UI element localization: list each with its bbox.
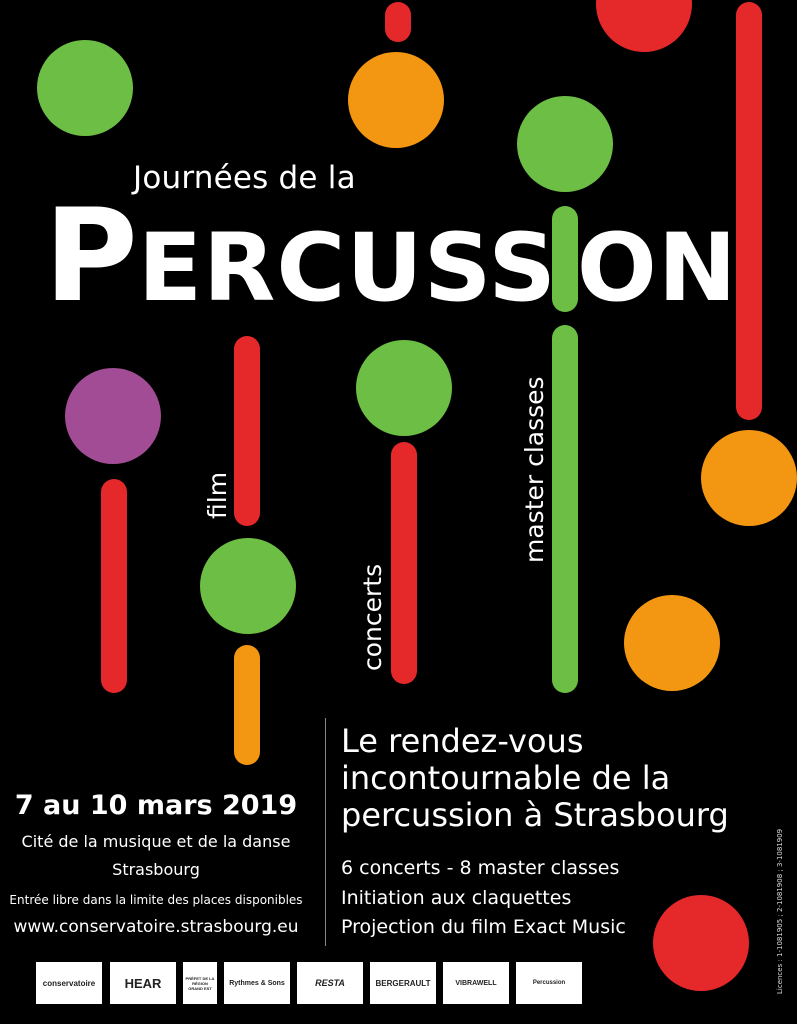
red-stick-right xyxy=(736,2,762,420)
licences-text: Licences : 1-1081905 ; 2-1081908 ; 3-108… xyxy=(776,828,784,994)
orange-circle-right xyxy=(701,430,797,526)
event-website[interactable]: www.conservatoire.strasbourg.eu xyxy=(0,917,312,937)
title-letter-p: P xyxy=(44,182,138,331)
logo-percussion: Percussion xyxy=(516,962,582,1004)
red-circle-top-right xyxy=(596,0,692,52)
logo-prefet-text: PRÉFET DE LA RÉGION GRAND EST xyxy=(185,975,215,991)
label-film: film xyxy=(203,471,232,519)
title-percussion: PERCUSS ON xyxy=(44,193,738,321)
red-circle-bottom-right xyxy=(653,895,749,991)
logo-bergerault-text: BERGERAULT xyxy=(375,978,431,988)
green-circle-upper-middle xyxy=(517,96,613,192)
tagline: Le rendez-vous incontournable de la perc… xyxy=(341,722,729,834)
red-stick-concerts xyxy=(391,442,417,684)
logo-conservatoire-text: conservatoire xyxy=(42,978,96,988)
red-stick-film xyxy=(234,336,260,526)
logo-hear-text: HEAR xyxy=(124,975,162,991)
title-line-1: Journées de la xyxy=(133,160,356,196)
divider xyxy=(325,718,326,946)
program-line-3: Projection du film Exact Music xyxy=(341,916,626,938)
title-letters-on: ON xyxy=(576,214,738,323)
logo-vibrawell: VIBRAWELL xyxy=(443,962,509,1004)
logo-prefet: PRÉFET DE LA RÉGION GRAND EST xyxy=(183,962,217,1004)
orange-stick-bottom xyxy=(234,645,260,765)
logo-vibrawell-text: VIBRAWELL xyxy=(455,979,497,987)
logo-resta: RESTA xyxy=(297,962,363,1004)
purple-circle xyxy=(65,368,161,464)
green-circle-middle xyxy=(356,340,452,436)
event-dates: 7 au 10 mars 2019 xyxy=(14,790,298,821)
logo-rythmes-et-sons: Rythmes & Sons xyxy=(224,962,290,1004)
title-letters-ercuss: ERCUSS xyxy=(137,214,557,323)
logo-hear: HEAR xyxy=(110,962,176,1004)
orange-circle-lower-right xyxy=(624,595,720,691)
red-stick-top xyxy=(385,2,411,42)
program-line-2: Initiation aux claquettes xyxy=(341,887,572,909)
label-concerts: concerts xyxy=(358,563,387,671)
label-master-classes: master classes xyxy=(520,376,549,563)
event-city: Strasbourg xyxy=(112,860,200,879)
logo-conservatoire: conservatoire xyxy=(36,962,102,1004)
green-circle-top-left xyxy=(37,40,133,136)
logo-rythmes-text: Rythmes & Sons xyxy=(229,979,285,987)
poster: Journées de la PERCUSS ON film concerts m… xyxy=(0,0,797,1024)
logo-percussion-text: Percussion xyxy=(532,980,566,986)
green-circle-middle-left xyxy=(200,538,296,634)
red-stick-left xyxy=(101,479,127,693)
logo-bergerault: BERGERAULT xyxy=(370,962,436,1004)
event-entry: Entrée libre dans la limite des places d… xyxy=(9,893,303,907)
program-line-1: 6 concerts - 8 master classes xyxy=(341,857,620,879)
green-stick-lower xyxy=(552,325,578,693)
orange-circle-top xyxy=(348,52,444,148)
event-venue: Cité de la musique et de la danse xyxy=(21,832,291,851)
logo-resta-text: RESTA xyxy=(315,978,345,988)
